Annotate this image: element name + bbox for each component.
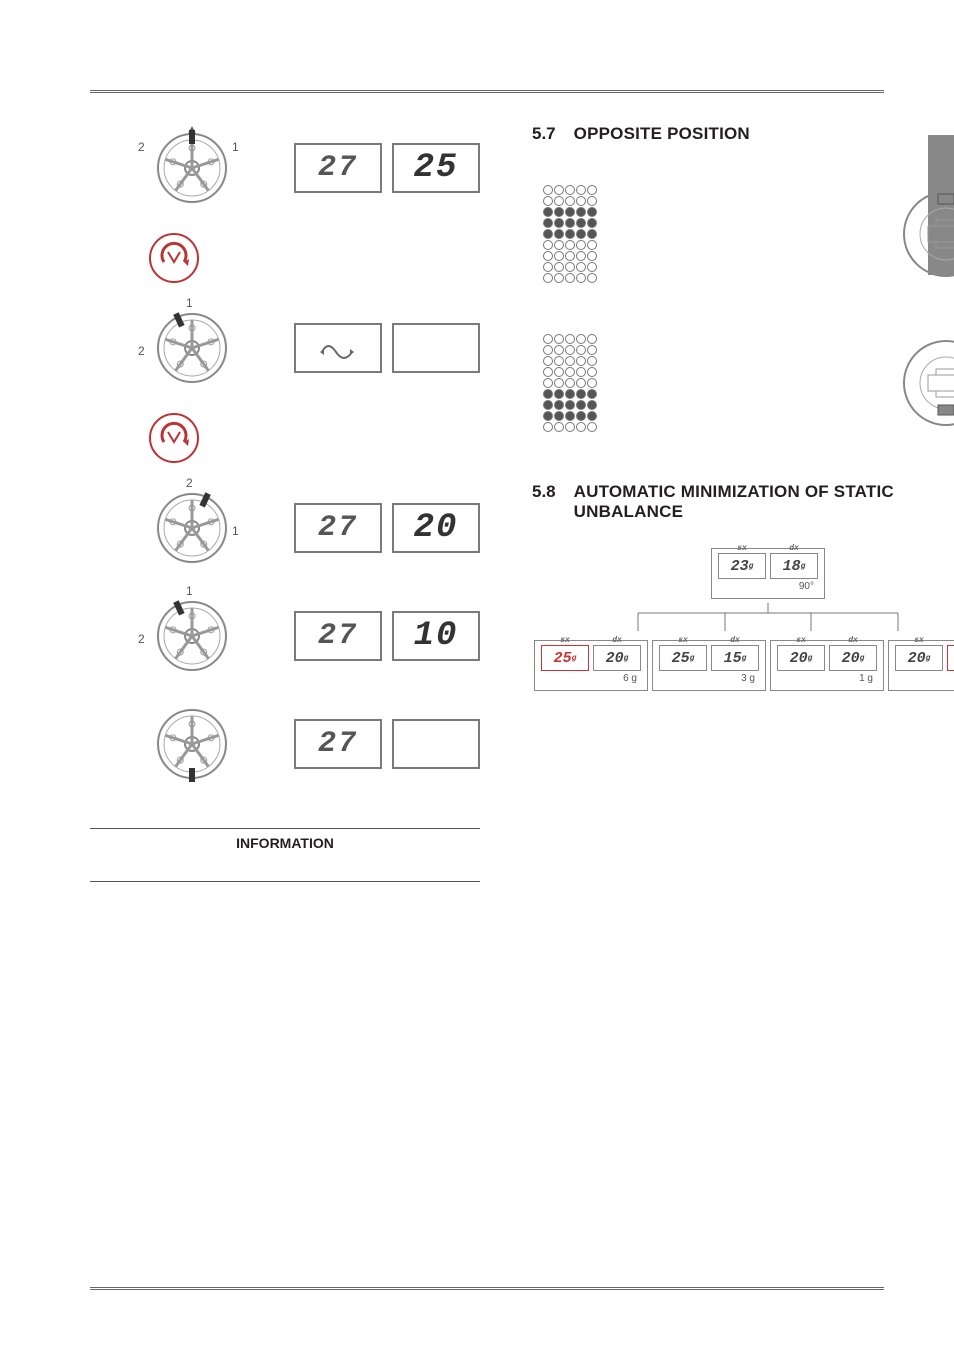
section-5-8-head: 5.8 AUTOMATIC MINIMIZATION OF STATIC UNB…: [532, 482, 954, 522]
display-pair: sx25g dx15g: [659, 645, 759, 671]
display-right: dx20g: [829, 645, 877, 671]
residual-label: 1 g: [777, 673, 877, 684]
wheel-icon: 12: [148, 304, 236, 392]
angle-label: 90°: [718, 581, 818, 592]
wheel-icon: 21: [148, 124, 236, 212]
option-box: sx20g dx20g 1 g: [770, 640, 884, 691]
display-right: dx18g: [770, 553, 818, 579]
measured-box: sx23g dx18g 90°: [711, 548, 825, 599]
display-pair: sx20g dx15g: [895, 645, 954, 671]
display-left: 27: [294, 611, 382, 661]
wheel-pos-label: 2: [138, 632, 145, 646]
right-column: 5.7 OPPOSITE POSITION 5.8 AUTOMATIC MINI…: [532, 124, 954, 1224]
section-num: 5.7: [532, 124, 556, 144]
display-right: 20: [392, 503, 480, 553]
display-right: dx15g: [947, 645, 954, 671]
display-right: 10: [392, 611, 480, 661]
wheel-pos-label: 1: [186, 584, 193, 598]
wheel-cross-section-icon: [898, 335, 954, 431]
display-right: [392, 719, 480, 769]
wheel-pos-label: 1: [232, 524, 239, 538]
display-pair: [294, 323, 480, 373]
section-title: AUTOMATIC MINIMIZATION OF STATIC UNBALAN…: [574, 482, 954, 522]
info-block: INFORMATION: [90, 828, 480, 882]
residual-label: 6 g: [541, 673, 641, 684]
display-right: dx20g: [593, 645, 641, 671]
display-pair: sx25g dx20g: [541, 645, 641, 671]
wheel-icon: [148, 700, 236, 788]
display-left: 27: [294, 143, 382, 193]
section-5-7-head: 5.7 OPPOSITE POSITION: [532, 124, 954, 144]
wheel-pos-label: 1: [186, 296, 193, 310]
display-right: dx15g: [711, 645, 759, 671]
display-left: 27: [294, 503, 382, 553]
info-title: INFORMATION: [90, 835, 480, 851]
residual-label: 6 g: [895, 673, 954, 684]
wheel-pos-label: 2: [186, 476, 193, 490]
display-pair: 2720: [294, 503, 480, 553]
display-left: sx20g: [895, 645, 943, 671]
tree-connector: [532, 603, 954, 638]
display-left: sx23g: [718, 553, 766, 579]
display-right: [392, 323, 480, 373]
option-box: sx25g dx20g 6 g: [534, 640, 648, 691]
display-right: 25: [392, 143, 480, 193]
section-title: OPPOSITE POSITION: [574, 124, 750, 144]
led-matrix: [542, 333, 597, 432]
display-left: sx25g: [659, 645, 707, 671]
wheel-pos-label: 2: [138, 344, 145, 358]
option-box: sx25g dx15g 3 g: [652, 640, 766, 691]
rule-top: [90, 90, 884, 93]
wheel-icon: 12: [148, 592, 236, 680]
display-pair: 27: [294, 719, 480, 769]
wheel-pos-label: 1: [232, 140, 239, 154]
wheel-pos-label: 2: [138, 140, 145, 154]
left-column: 21 2725 12: [90, 124, 480, 1224]
option-box: sx20g dx15g 6 g: [888, 640, 954, 691]
rule-bottom: [90, 1287, 884, 1290]
display-left: sx20g: [777, 645, 825, 671]
residual-label: 3 g: [659, 673, 759, 684]
led-matrix: [542, 184, 597, 283]
wheel-icon: 21: [148, 484, 236, 572]
rotate-icon: [148, 232, 200, 284]
display-pair: sx20g dx20g: [777, 645, 877, 671]
display-pair: 2710: [294, 611, 480, 661]
section-num: 5.8: [532, 482, 556, 502]
display-pair: 2725: [294, 143, 480, 193]
rotate-icon: [148, 412, 200, 464]
display-left: sx25g: [541, 645, 589, 671]
wheel-cross-section-icon: [898, 186, 954, 282]
display-left: [294, 323, 382, 373]
display-pair: sx23g dx18g: [718, 553, 818, 579]
display-left: 27: [294, 719, 382, 769]
